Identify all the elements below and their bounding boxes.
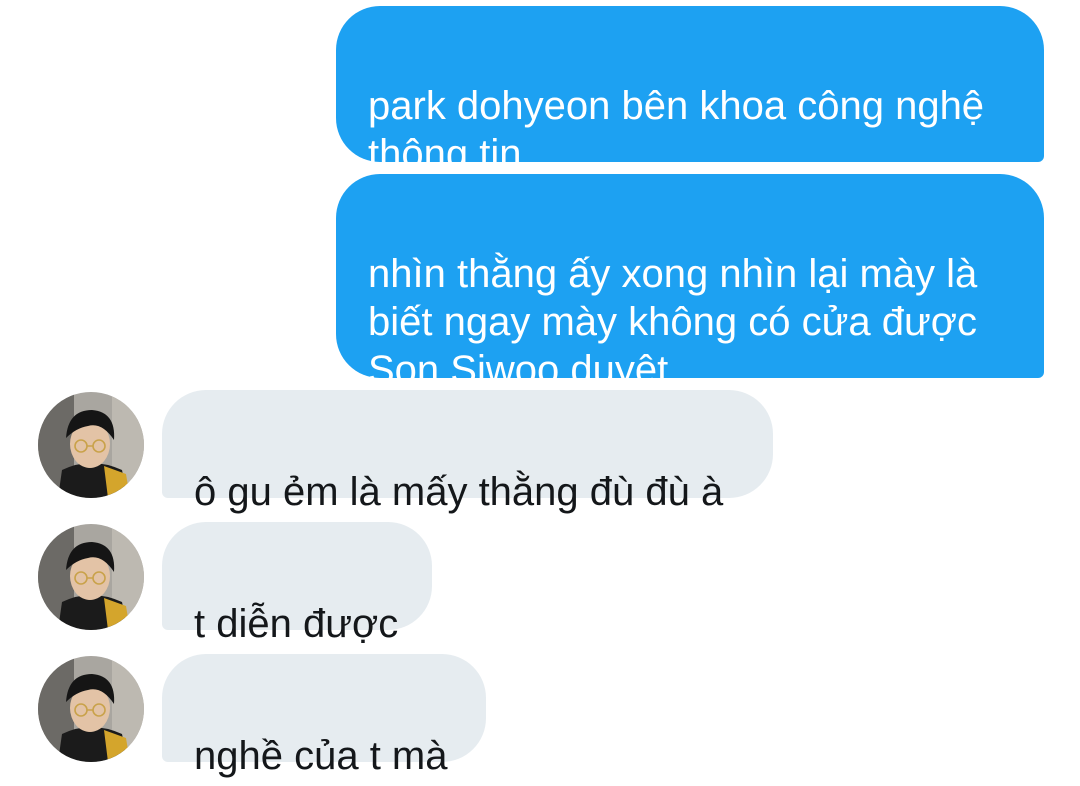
message-text: park dohyeon bên khoa công nghệ thông ti… — [368, 84, 985, 176]
sent-message-bubble[interactable]: nhìn thằng ấy xong nhìn lại mày là biết … — [336, 174, 1044, 392]
message-text: nghề của t mà — [194, 734, 448, 778]
avatar[interactable] — [38, 524, 144, 630]
message-text: nhìn thằng ấy xong nhìn lại mày là biết … — [368, 252, 978, 392]
sent-message-bubble[interactable]: park dohyeon bên khoa công nghệ thông ti… — [336, 6, 1044, 176]
avatar[interactable] — [38, 392, 144, 498]
received-message-bubble[interactable]: ô gu ẻm là mấy thằng đù đù à — [162, 390, 773, 514]
avatar[interactable] — [38, 656, 144, 762]
message-text: ô gu ẻm là mấy thằng đù đù à — [194, 470, 724, 514]
received-message-bubble[interactable]: t diễn được — [162, 522, 432, 646]
chat-thread: park dohyeon bên khoa công nghệ thông ti… — [0, 0, 1080, 786]
message-text: t diễn được — [194, 602, 399, 646]
received-message-bubble[interactable]: nghề của t mà — [162, 654, 486, 778]
